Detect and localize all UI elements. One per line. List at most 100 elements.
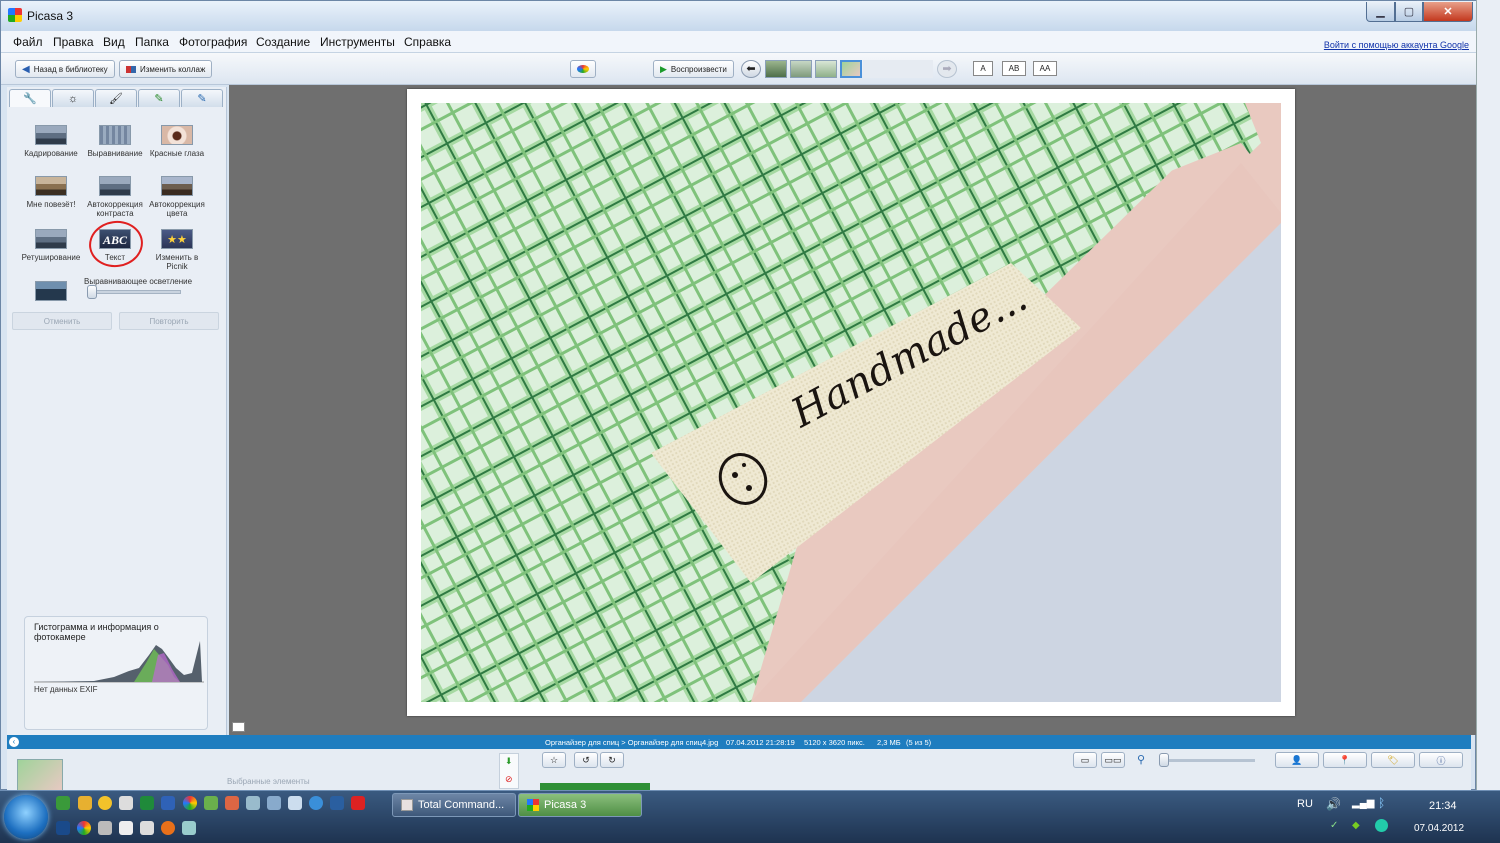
maximize-button[interactable]: ▢ — [1395, 2, 1423, 22]
filmstrip-thumb-2[interactable] — [790, 60, 812, 78]
rotate-left-button[interactable]: ↺ — [574, 752, 598, 768]
taskbar-picasa[interactable]: Picasa 3 — [518, 793, 642, 817]
tool-straighten[interactable]: Выравнивание — [84, 125, 146, 158]
excel-icon[interactable] — [140, 796, 154, 810]
tool-retouch[interactable]: Ретуширование — [20, 229, 82, 262]
menu-help[interactable]: Справка — [404, 35, 451, 49]
quicklaunch-icon-20[interactable] — [140, 821, 154, 835]
quicklaunch-icon-10[interactable] — [246, 796, 260, 810]
red-highlight-circle — [86, 217, 146, 271]
quicklaunch-icon-14[interactable] — [330, 796, 344, 810]
photo-image[interactable]: Handmade... — [421, 103, 1281, 702]
edit-collage-button[interactable]: Изменить коллаж — [119, 60, 213, 78]
tool-lucky[interactable]: Мне повезёт! — [20, 176, 82, 209]
tab-basic-fixes[interactable]: 🔧 — [9, 89, 51, 107]
chrome-icon[interactable] — [183, 796, 197, 810]
zoom-slider-knob[interactable] — [1159, 753, 1169, 767]
internet-explorer-icon[interactable] — [309, 796, 323, 810]
view-toggle-icon[interactable] — [232, 722, 245, 732]
redo-button[interactable]: Повторить — [119, 312, 219, 330]
menu-create[interactable]: Создание — [256, 35, 310, 49]
star-button[interactable]: ☆ — [542, 752, 566, 768]
menu-tools[interactable]: Инструменты — [320, 35, 395, 49]
color-wheel-button[interactable] — [570, 60, 596, 78]
filmstrip-thumb-current[interactable] — [840, 60, 862, 78]
tray-icon-3[interactable] — [1375, 819, 1388, 832]
tray-icon-1[interactable]: ✓ — [1330, 820, 1338, 831]
histogram-panel: Гистограмма и информация о фотокамере Не… — [24, 616, 208, 730]
start-orb-icon[interactable] — [4, 795, 48, 839]
caption-size-medium[interactable]: AB — [1002, 61, 1026, 76]
network-icon[interactable]: ▂▄▆ — [1352, 798, 1374, 809]
quicklaunch-icon-15[interactable] — [351, 796, 365, 810]
bluetooth-icon[interactable]: ᛒ — [1378, 796, 1385, 810]
title-bar[interactable]: Picasa 3 ▁ ▢ ✕ — [1, 1, 1477, 31]
tab-effects-1[interactable]: 🖌 — [95, 89, 137, 107]
taskbar-total-commander[interactable]: Total Command... — [392, 793, 516, 817]
quicklaunch-icon-22[interactable] — [182, 821, 196, 835]
status-dimensions: 5120 x 3620 пикс. — [804, 738, 865, 747]
minimize-button[interactable]: ▁ — [1366, 2, 1395, 22]
volume-icon[interactable]: 🔊 — [1326, 797, 1341, 811]
tab-tuning[interactable]: ☼ — [52, 89, 94, 107]
google-signin-link[interactable]: Войти с помощью аккаунта Google — [1324, 40, 1469, 50]
back-to-library-button[interactable]: ◀ Назад в библиотеку — [15, 60, 115, 78]
menu-file[interactable]: Файл — [13, 35, 43, 49]
background-window-edge — [1476, 0, 1500, 790]
collapse-icon[interactable]: ‹ — [9, 737, 19, 747]
quicklaunch-icon-3[interactable] — [98, 796, 112, 810]
clear-red-icon[interactable]: ⊘ — [505, 774, 513, 785]
quicklaunch-icon-11[interactable] — [267, 796, 281, 810]
menu-photo[interactable]: Фотография — [179, 35, 247, 49]
undo-button[interactable]: Отменить — [12, 312, 112, 330]
filmstrip-thumb-1[interactable] — [765, 60, 787, 78]
quicklaunch-icon-18[interactable] — [98, 821, 112, 835]
photoshop-icon[interactable] — [56, 821, 70, 835]
tray-thumbnail[interactable] — [17, 759, 63, 791]
people-button[interactable]: 👤 — [1275, 752, 1319, 768]
tab-effects-3[interactable]: ✎ — [181, 89, 223, 107]
play-slideshow-button[interactable]: ▶ Воспроизвести — [653, 60, 734, 78]
tool-autocolor[interactable]: Автокоррекция цвета — [146, 176, 208, 218]
close-button[interactable]: ✕ — [1423, 2, 1473, 22]
quicklaunch-icon-2[interactable] — [78, 796, 92, 810]
menu-edit[interactable]: Правка — [53, 35, 94, 49]
tool-autocontrast[interactable]: Автокоррекция контраста — [84, 176, 146, 218]
language-indicator[interactable]: RU — [1297, 798, 1313, 810]
view-single-button[interactable]: ▭ — [1073, 752, 1097, 768]
previous-photo-button[interactable]: ⬅ — [741, 60, 761, 78]
info-button[interactable]: ⓘ — [1419, 752, 1463, 768]
menu-folder[interactable]: Папка — [135, 35, 169, 49]
firefox-icon[interactable] — [161, 821, 175, 835]
next-photo-button[interactable]: ➡ — [937, 60, 957, 78]
filmstrip-thumb-3[interactable] — [815, 60, 837, 78]
quicklaunch-icon-19[interactable] — [119, 821, 133, 835]
quicklaunch-icon-12[interactable] — [288, 796, 302, 810]
clock-date[interactable]: 07.04.2012 — [1414, 823, 1464, 834]
caption-size-large[interactable]: AA — [1033, 61, 1057, 76]
tab-effects-2[interactable]: ✎ — [138, 89, 180, 107]
tags-button[interactable]: 🏷 — [1371, 752, 1415, 768]
tool-crop[interactable]: Кадрирование — [20, 125, 82, 158]
tool-redeye[interactable]: Красные глаза — [146, 125, 208, 158]
menu-view[interactable]: Вид — [103, 35, 125, 49]
quicklaunch-icon-9[interactable] — [225, 796, 239, 810]
view-compare-button[interactable]: ▭▭ — [1101, 752, 1125, 768]
places-button[interactable]: 📍 — [1323, 752, 1367, 768]
chrome-icon-2[interactable] — [77, 821, 91, 835]
filllight-slider-track[interactable] — [91, 290, 181, 294]
word-icon[interactable] — [161, 796, 175, 810]
quicklaunch-icon-4[interactable] — [119, 796, 133, 810]
clock-time[interactable]: 21:34 — [1429, 800, 1457, 812]
rotate-right-button[interactable]: ↻ — [600, 752, 624, 768]
nvidia-icon[interactable]: ◆ — [1352, 820, 1360, 831]
wrench-icon: 🔧 — [23, 93, 37, 105]
quicklaunch-icon-8[interactable] — [204, 796, 218, 810]
filllight-slider-knob[interactable] — [87, 285, 97, 299]
redeye-icon — [161, 125, 193, 145]
caption-size-small[interactable]: A — [973, 61, 993, 76]
quicklaunch-icon-1[interactable] — [56, 796, 70, 810]
zoom-slider-track[interactable] — [1167, 759, 1255, 762]
pin-green-icon[interactable]: ⬇ — [505, 756, 513, 767]
tool-picnik[interactable]: ★★ Изменить в Picnik — [146, 229, 208, 271]
